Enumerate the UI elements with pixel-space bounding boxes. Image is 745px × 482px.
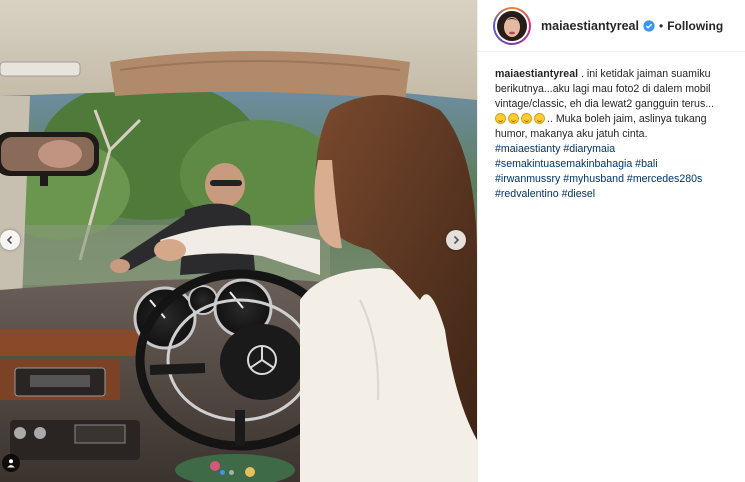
hashtag-link[interactable]: #mercedes280s [627, 173, 702, 185]
carousel-dot [229, 470, 234, 475]
caption-text: .. Muka boleh jaim, aslinya tukang [547, 113, 707, 125]
grinning-face-emoji [508, 113, 519, 124]
hashtag-link[interactable]: #redvalentino [495, 188, 559, 200]
chevron-right-icon [453, 235, 460, 245]
hashtag-line: #redvalentino #diesel [495, 187, 730, 202]
hashtag-link[interactable]: #diarymaia [563, 143, 615, 155]
grinning-face-emoji [521, 113, 532, 124]
carousel-dot-active [220, 470, 225, 475]
next-photo-button[interactable] [446, 230, 466, 250]
previous-photo-button[interactable] [0, 230, 20, 250]
post-header: maiaestiantyreal • Following [478, 0, 745, 52]
grinning-face-emoji [495, 113, 506, 124]
post-caption: maiaestiantyreal . ini ketidak jaiman su… [478, 52, 745, 202]
header-separator: • [658, 18, 664, 33]
post-details-panel: maiaestiantyreal • Following maiaestiant… [477, 0, 745, 482]
user-tag-icon [7, 459, 15, 468]
post-username[interactable]: maiaestiantyreal [541, 19, 639, 33]
post-photo[interactable] [0, 0, 477, 482]
caption-username[interactable]: maiaestiantyreal [495, 68, 578, 80]
hashtag-link[interactable]: #bali [635, 158, 657, 170]
hashtag-link[interactable]: #semakintuasemakinbahagia [495, 158, 632, 170]
caption-line: maiaestiantyreal . ini ketidak jaiman su… [495, 67, 730, 82]
hashtag-link[interactable]: #diesel [562, 188, 596, 200]
grinning-face-emoji [534, 113, 545, 124]
hashtag-link[interactable]: #maiaestianty [495, 143, 560, 155]
verified-badge-icon [643, 19, 655, 32]
caption-text: berikutnya...aku lagi mau foto2 di dalem… [495, 83, 711, 95]
avatar-story-ring[interactable] [493, 6, 531, 45]
car-interior-photo [0, 0, 477, 482]
hashtag-link[interactable]: #myhusband [563, 173, 624, 185]
caption-text: . ini ketidak jaiman suamiku [578, 68, 711, 80]
hashtag-link[interactable]: #irwanmussry [495, 173, 560, 185]
hashtag-line: #maiaestianty #diarymaia [495, 142, 730, 157]
caption-text: humor, makanya aku jatuh cinta. [495, 128, 648, 140]
hashtag-line: #semakintuasemakinbahagia #bali [495, 157, 730, 172]
chevron-left-icon [6, 235, 13, 245]
profile-photo [497, 10, 527, 41]
caption-text: vintage/classic, eh dia lewat2 gangguin … [495, 98, 715, 110]
caption-line: .. Muka boleh jaim, aslinya tukang [495, 112, 730, 127]
hashtag-line: #irwanmussry #myhusband #mercedes280s [495, 172, 730, 187]
carousel-indicator [220, 470, 234, 475]
avatar[interactable] [495, 8, 529, 43]
following-button[interactable]: Following [667, 19, 723, 33]
show-tags-button[interactable] [2, 454, 20, 472]
